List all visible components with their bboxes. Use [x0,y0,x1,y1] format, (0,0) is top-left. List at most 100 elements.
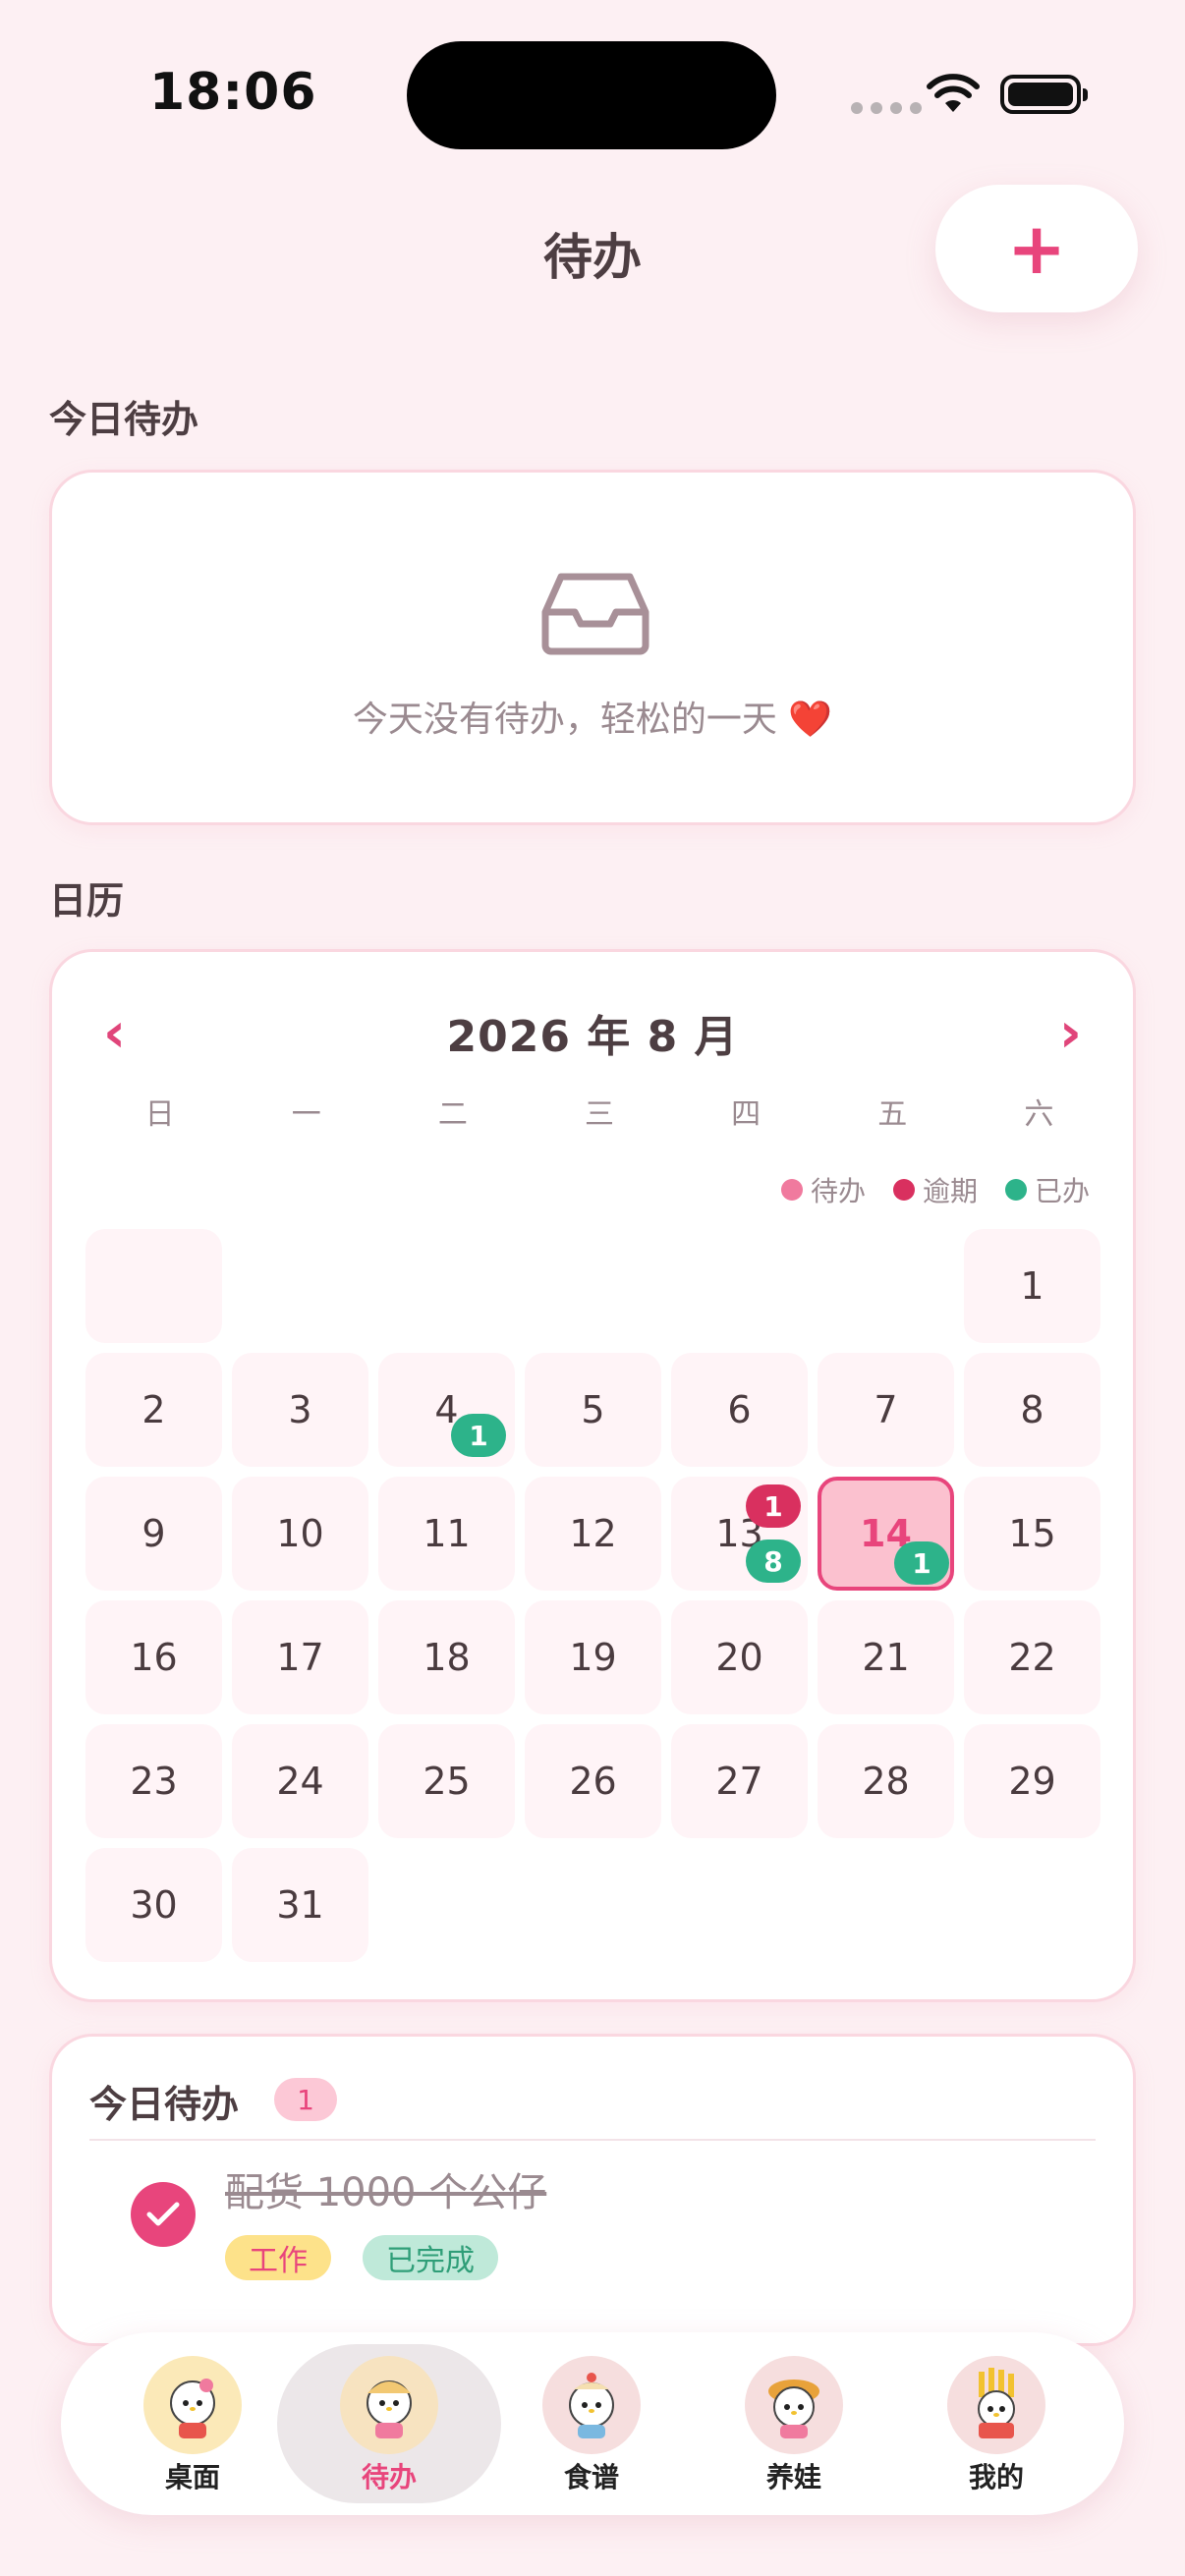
empty-today-card: 今天没有待办，轻松的一天 ❤️ [49,470,1136,825]
weekday-header: 日 一 二 三 四 五 六 [86,1090,1112,1133]
calendar-day[interactable]: 12 [525,1477,661,1591]
add-todo-button[interactable]: + [935,185,1138,312]
calendar-section-label: 日历 [49,879,125,923]
parenting-tab-icon [745,2356,843,2454]
calendar-day[interactable]: 1 [964,1229,1100,1343]
recipes-tab-icon [542,2356,641,2454]
weekday-label: 三 [584,1097,614,1132]
inbox-icon [541,573,649,655]
calendar-day[interactable]: 18 [378,1600,515,1714]
tag-work: 工作 [225,2235,331,2280]
day-number: 24 [276,1760,324,1803]
day-number: 29 [1008,1760,1056,1803]
todo-list-card: 今日待办 1 配货 1000 个公仔 工作 已完成 [49,2034,1136,2346]
calendar-card: ‹ 2026 年 8 月 › 日 一 二 三 四 五 六 待办 逾期 已办 12… [49,949,1136,2002]
plus-icon: + [1006,207,1067,290]
legend-label: 逾期 [922,1175,978,1207]
weekday-label: 二 [437,1097,468,1132]
calendar-day[interactable]: 30 [85,1848,222,1962]
calendar-day[interactable]: 19 [525,1600,661,1714]
calendar-day[interactable]: 10 [232,1477,368,1591]
done-count-badge: 8 [746,1540,801,1583]
desktop-tab-icon [143,2356,242,2454]
todo-list-title: 今日待办 [89,2083,240,2126]
calendar-day[interactable]: 13 1 8 [671,1477,808,1591]
weekday-label: 六 [1024,1097,1054,1132]
tab-desktop[interactable]: 桌面 [81,2344,305,2503]
calendar-legend: 待办 逾期 已办 [780,1170,1090,1209]
day-number: 26 [569,1760,617,1803]
legend-label: 待办 [810,1175,866,1207]
tab-label: 待办 [361,2461,417,2493]
legend-done: 已办 [1004,1170,1090,1209]
calendar-day[interactable]: 22 [964,1600,1100,1714]
calendar-day[interactable]: 11 [378,1477,515,1591]
day-number: 27 [715,1760,763,1803]
dynamic-island [407,41,776,149]
calendar-day[interactable]: 16 [85,1600,222,1714]
calendar-day[interactable]: 9 [85,1477,222,1591]
checkmark-icon [146,2202,180,2226]
calendar-day[interactable]: 6 [671,1353,808,1467]
calendar-day[interactable]: 29 [964,1724,1100,1838]
calendar-day[interactable]: 2 [85,1353,222,1467]
tab-todo[interactable]: 待办 [277,2344,501,2503]
day-number: 17 [276,1636,324,1679]
calendar-day[interactable]: 3 [232,1353,368,1467]
day-number: 20 [715,1636,763,1679]
todo-count-badge: 1 [274,2078,337,2121]
calendar-day[interactable]: 27 [671,1724,808,1838]
tag-completed: 已完成 [363,2235,498,2280]
tab-mine[interactable]: 我的 [884,2344,1108,2503]
status-bar: 18:06 [0,0,1185,187]
day-number: 25 [423,1760,471,1803]
calendar-day[interactable]: 41 [378,1353,515,1467]
tab-recipes[interactable]: 食谱 [480,2344,704,2503]
day-number: 21 [862,1636,910,1679]
day-number: 7 [874,1388,898,1431]
next-month-button[interactable]: › [1059,1001,1082,1065]
todo-checkbox[interactable] [131,2182,196,2247]
day-number: 31 [276,1883,324,1927]
day-number: 3 [288,1388,312,1431]
calendar-day[interactable]: 15 [964,1477,1100,1591]
tab-parenting[interactable]: 养娃 [682,2344,906,2503]
day-number: 28 [862,1760,910,1803]
calendar-day[interactable]: 28 [818,1724,954,1838]
calendar-day[interactable]: 7 [818,1353,954,1467]
done-dot-icon [1004,1179,1027,1201]
pending-dot-icon [780,1179,803,1201]
day-number: 12 [569,1512,617,1555]
day-number: 19 [569,1636,617,1679]
legend-pending: 待办 [780,1170,866,1209]
status-time: 18:06 [149,63,317,122]
todo-item-text[interactable]: 配货 1000 个公仔 [225,2160,546,2217]
day-number: 9 [141,1512,166,1555]
day-number: 18 [423,1636,471,1679]
calendar-day[interactable]: 20 [671,1600,808,1714]
calendar-day[interactable]: 17 [232,1600,368,1714]
bottom-tab-bar: 桌面 待办 食谱 养娃 我的 [61,2332,1124,2515]
empty-day-cell [85,1229,222,1343]
tab-label: 桌面 [164,2461,220,2493]
calendar-day[interactable]: 26 [525,1724,661,1838]
day-number: 15 [1008,1512,1056,1555]
calendar-day[interactable]: 31 [232,1848,368,1962]
calendar-day[interactable]: 25 [378,1724,515,1838]
cellular-signal-icon [851,102,922,114]
calendar-day-today[interactable]: 14 1 [818,1477,954,1591]
calendar-day[interactable]: 24 [232,1724,368,1838]
overdue-dot-icon [892,1179,915,1201]
profile-tab-icon [947,2356,1045,2454]
day-number: 1 [1020,1264,1044,1308]
weekday-label: 日 [144,1097,175,1132]
empty-message: 今天没有待办，轻松的一天 ❤️ [352,700,833,740]
calendar-day[interactable]: 21 [818,1600,954,1714]
calendar-day[interactable]: 8 [964,1353,1100,1467]
day-number: 30 [130,1883,178,1927]
calendar-day[interactable]: 23 [85,1724,222,1838]
tab-label: 食谱 [563,2461,619,2493]
calendar-day[interactable]: 5 [525,1353,661,1467]
todo-tab-icon [340,2356,438,2454]
done-count-badge: 1 [894,1541,949,1585]
